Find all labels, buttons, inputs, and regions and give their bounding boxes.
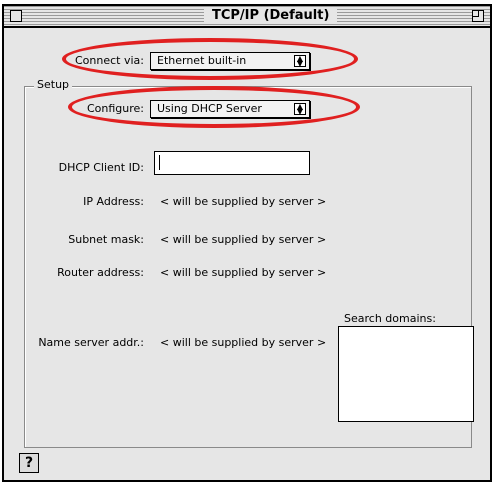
close-box-icon[interactable]	[10, 10, 22, 22]
setup-group-title: Setup	[34, 78, 73, 91]
ip-address-value: < will be supplied by server >	[160, 195, 327, 208]
annotation-ellipse-configure	[68, 86, 360, 128]
help-icon[interactable]: ?	[19, 453, 39, 473]
annotation-ellipse-connect-via	[62, 38, 358, 80]
text-caret	[159, 155, 160, 170]
dhcp-client-id-label: DHCP Client ID:	[58, 161, 144, 174]
search-domains-label: Search domains:	[344, 312, 436, 325]
dhcp-client-id-field[interactable]	[154, 151, 310, 175]
router-address-label: Router address:	[57, 266, 144, 279]
subnet-mask-value: < will be supplied by server >	[160, 233, 327, 246]
name-server-label: Name server addr.:	[38, 336, 144, 349]
title-bar[interactable]: TCP/IP (Default)	[4, 6, 490, 28]
router-address-value: < will be supplied by server >	[160, 266, 327, 279]
name-server-value: < will be supplied by server >	[160, 336, 327, 349]
window-title: TCP/IP (Default)	[204, 8, 338, 24]
subnet-mask-label: Subnet mask:	[68, 233, 144, 246]
zoom-box-icon[interactable]	[472, 10, 484, 22]
ip-address-label: IP Address:	[83, 195, 144, 208]
search-domains-field[interactable]	[338, 326, 474, 422]
